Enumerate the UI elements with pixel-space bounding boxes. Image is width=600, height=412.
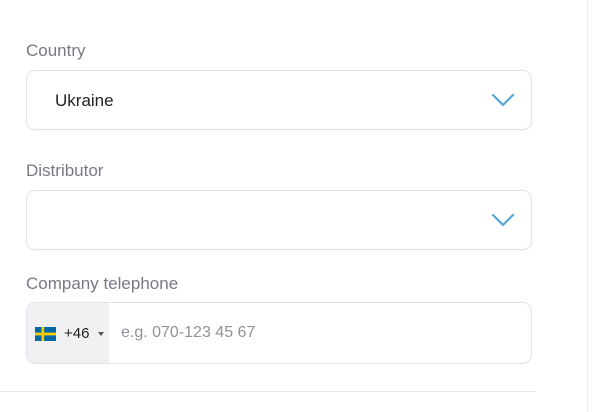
chevron-down-icon [491,93,515,107]
panel-edge [587,0,588,412]
distributor-select[interactable] [26,190,532,250]
dial-code: +46 [64,325,90,342]
section-divider [0,391,536,392]
country-label: Country [26,41,86,60]
caret-down-icon [98,332,104,336]
sweden-flag-icon [35,327,56,341]
chevron-down-icon [491,213,515,227]
company-telephone-field: +46 [26,302,532,364]
company-telephone-label: Company telephone [26,274,179,293]
company-telephone-input[interactable] [121,303,521,363]
country-select-value: Ukraine [55,91,114,110]
country-code-selector[interactable]: +46 [27,303,109,363]
country-select[interactable]: Ukraine [26,70,532,130]
form-panel: Country Ukraine Distributor Company tele… [0,0,600,412]
distributor-label: Distributor [26,161,104,180]
